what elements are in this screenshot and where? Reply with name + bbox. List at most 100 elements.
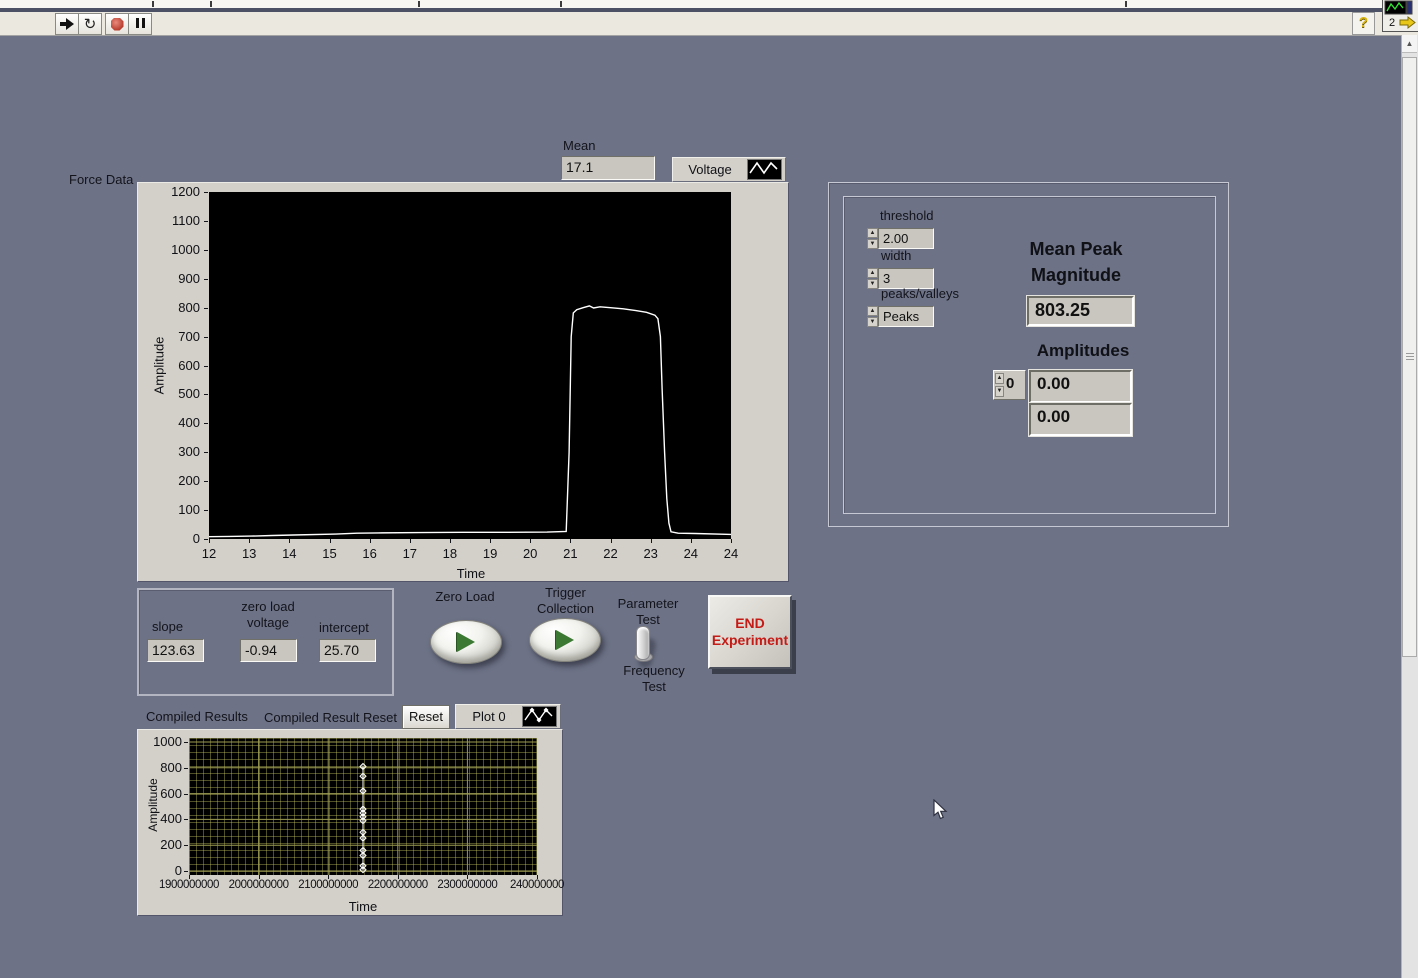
force-chart-xtick-label: 13 — [234, 546, 264, 561]
end-experiment-button[interactable]: END Experiment — [708, 595, 792, 669]
compiled-chart-plot-area — [189, 738, 537, 875]
force-chart-xtick-label: 22 — [596, 546, 626, 561]
width-spinner[interactable]: ▲▼ — [867, 268, 878, 289]
force-chart-xtick-mark — [330, 539, 331, 543]
force-chart-xtick-label: 23 — [636, 546, 666, 561]
force-chart-ytick-label: 400 — [142, 415, 200, 430]
force-chart-xtick-label: 24 — [716, 546, 746, 561]
compiled-chart-ytick-label: 400 — [140, 811, 182, 826]
peaks-valleys-selector[interactable]: Peaks — [878, 306, 934, 327]
amplitudes-index-value: 0 — [1006, 375, 1014, 392]
zero-load-button[interactable] — [430, 620, 502, 664]
force-chart-ytick-mark — [204, 221, 208, 222]
force-chart-ytick-mark — [204, 510, 208, 511]
force-chart-trace — [209, 192, 731, 539]
compiled-chart-xtick-label: 240000000 — [498, 879, 576, 891]
scrollbar-up-arrow[interactable]: ▲ — [1402, 35, 1417, 53]
run-button[interactable] — [55, 13, 79, 35]
compiled-chart-xtick-label: 2200000000 — [359, 879, 437, 891]
force-chart-xtick-mark — [289, 539, 290, 543]
force-chart-title: Force Data — [69, 172, 133, 187]
slope-indicator: 123.63 — [147, 639, 204, 662]
threshold-label: threshold — [880, 208, 933, 223]
compiled-chart-xtick-label: 2100000000 — [289, 879, 367, 891]
force-chart-xtick-label: 20 — [515, 546, 545, 561]
amplitudes-label: Amplitudes — [1013, 341, 1153, 361]
peaks-valleys-spinner[interactable]: ▲▼ — [867, 306, 878, 327]
intercept-label: intercept — [319, 620, 369, 635]
compiled-chart-ytick-label: 1000 — [140, 734, 182, 749]
labview-toolbar: ↻ ? — [0, 12, 1418, 36]
force-chart-ytick-mark — [204, 481, 208, 482]
amplitudes-index-spinner[interactable]: ▲▼ — [995, 373, 1004, 397]
force-chart-xtick-mark — [249, 539, 250, 543]
vertical-scrollbar[interactable]: ▲ — [1401, 35, 1418, 978]
compiled-legend-line-icon — [522, 706, 557, 727]
compiled-chart-legend[interactable]: Plot 0 — [455, 704, 561, 729]
scrollbar-thumb[interactable] — [1402, 57, 1417, 657]
peaks-valleys-label: peaks/valleys — [881, 286, 959, 301]
compiled-chart-frame: Amplitude Time 1000800600400200019000000… — [137, 729, 563, 916]
menu-text-fragment — [152, 1, 154, 7]
force-chart-ytick-label: 800 — [142, 300, 200, 315]
force-chart-xtick-label: 14 — [274, 546, 304, 561]
force-chart-ytick-mark — [204, 423, 208, 424]
vi-icon-graphic: 2 — [1383, 0, 1417, 30]
force-chart-xtick-mark — [490, 539, 491, 543]
force-chart-ytick-mark — [204, 308, 208, 309]
help-button[interactable]: ? — [1352, 12, 1375, 35]
force-chart-ytick-label: 100 — [142, 502, 200, 517]
abort-icon — [111, 18, 124, 31]
compiled-chart-xtick-label: 2000000000 — [220, 879, 298, 891]
force-chart-xtick-label: 17 — [395, 546, 425, 561]
force-chart-legend[interactable]: Voltage — [672, 157, 786, 182]
force-chart-xtick-label: 21 — [555, 546, 585, 561]
amplitudes-value-0: 0.00 — [1029, 370, 1132, 403]
amplitudes-value-1: 0.00 — [1029, 403, 1132, 436]
run-continuous-button[interactable]: ↻ — [78, 13, 102, 35]
toggle-lever[interactable] — [636, 626, 650, 660]
pause-button[interactable] — [128, 13, 152, 35]
compiled-chart-xtick-mark — [259, 875, 260, 879]
force-chart-ytick-mark — [204, 394, 208, 395]
trigger-collection-button[interactable] — [529, 618, 601, 662]
menu-bar-remnant — [0, 0, 1418, 8]
compiled-chart-ytick-mark — [184, 794, 188, 795]
width-label: width — [881, 248, 911, 263]
force-chart-xtick-label: 12 — [194, 546, 224, 561]
compiled-chart-xtick-label: 1900000000 — [150, 879, 228, 891]
slope-label: slope — [152, 619, 183, 634]
force-chart-xtick-label: 19 — [475, 546, 505, 561]
zero-load-button-arrow-icon — [457, 632, 475, 652]
amplitudes-index-box[interactable]: ▲▼ 0 — [993, 370, 1026, 400]
threshold-input[interactable]: 2.00 — [878, 228, 934, 249]
compiled-chart-ytick-mark — [184, 768, 188, 769]
mean-label: Mean — [563, 138, 596, 153]
threshold-spinner[interactable]: ▲▼ — [867, 228, 878, 249]
force-chart-xtick-mark — [209, 539, 210, 543]
compiled-chart-y-axis-label: Amplitude — [146, 773, 160, 837]
force-chart-xtick-mark — [450, 539, 451, 543]
compiled-chart-xtick-mark — [537, 875, 538, 879]
reset-button[interactable]: Reset — [402, 705, 450, 729]
force-chart-ytick-label: 300 — [142, 444, 200, 459]
compiled-chart-ytick-mark — [184, 845, 188, 846]
compiled-chart-xtick-mark — [398, 875, 399, 879]
labview-front-panel: ↻ ? 2 ▲ Force Data Mean 17.1 Voltage — [0, 0, 1418, 978]
vi-icon[interactable]: 2 — [1382, 0, 1418, 32]
abort-button[interactable] — [105, 13, 129, 35]
force-chart-ytick-label: 500 — [142, 386, 200, 401]
mean-indicator: 17.1 — [561, 156, 655, 180]
force-chart-xtick-mark — [570, 539, 571, 543]
menu-text-fragment — [560, 1, 562, 7]
compiled-chart-ytick-mark — [184, 742, 188, 743]
compiled-chart-ytick-label: 600 — [140, 786, 182, 801]
compiled-chart-ytick-mark — [184, 871, 188, 872]
scrollbar-grip — [1406, 353, 1414, 360]
intercept-indicator: 25.70 — [319, 639, 376, 662]
mean-peak-magnitude-label: Mean Peak Magnitude — [996, 236, 1156, 288]
force-chart-plot-area — [209, 192, 731, 539]
svg-text:2: 2 — [1389, 17, 1395, 29]
force-chart-xtick-mark — [530, 539, 531, 543]
run-continuous-icon: ↻ — [84, 17, 97, 32]
